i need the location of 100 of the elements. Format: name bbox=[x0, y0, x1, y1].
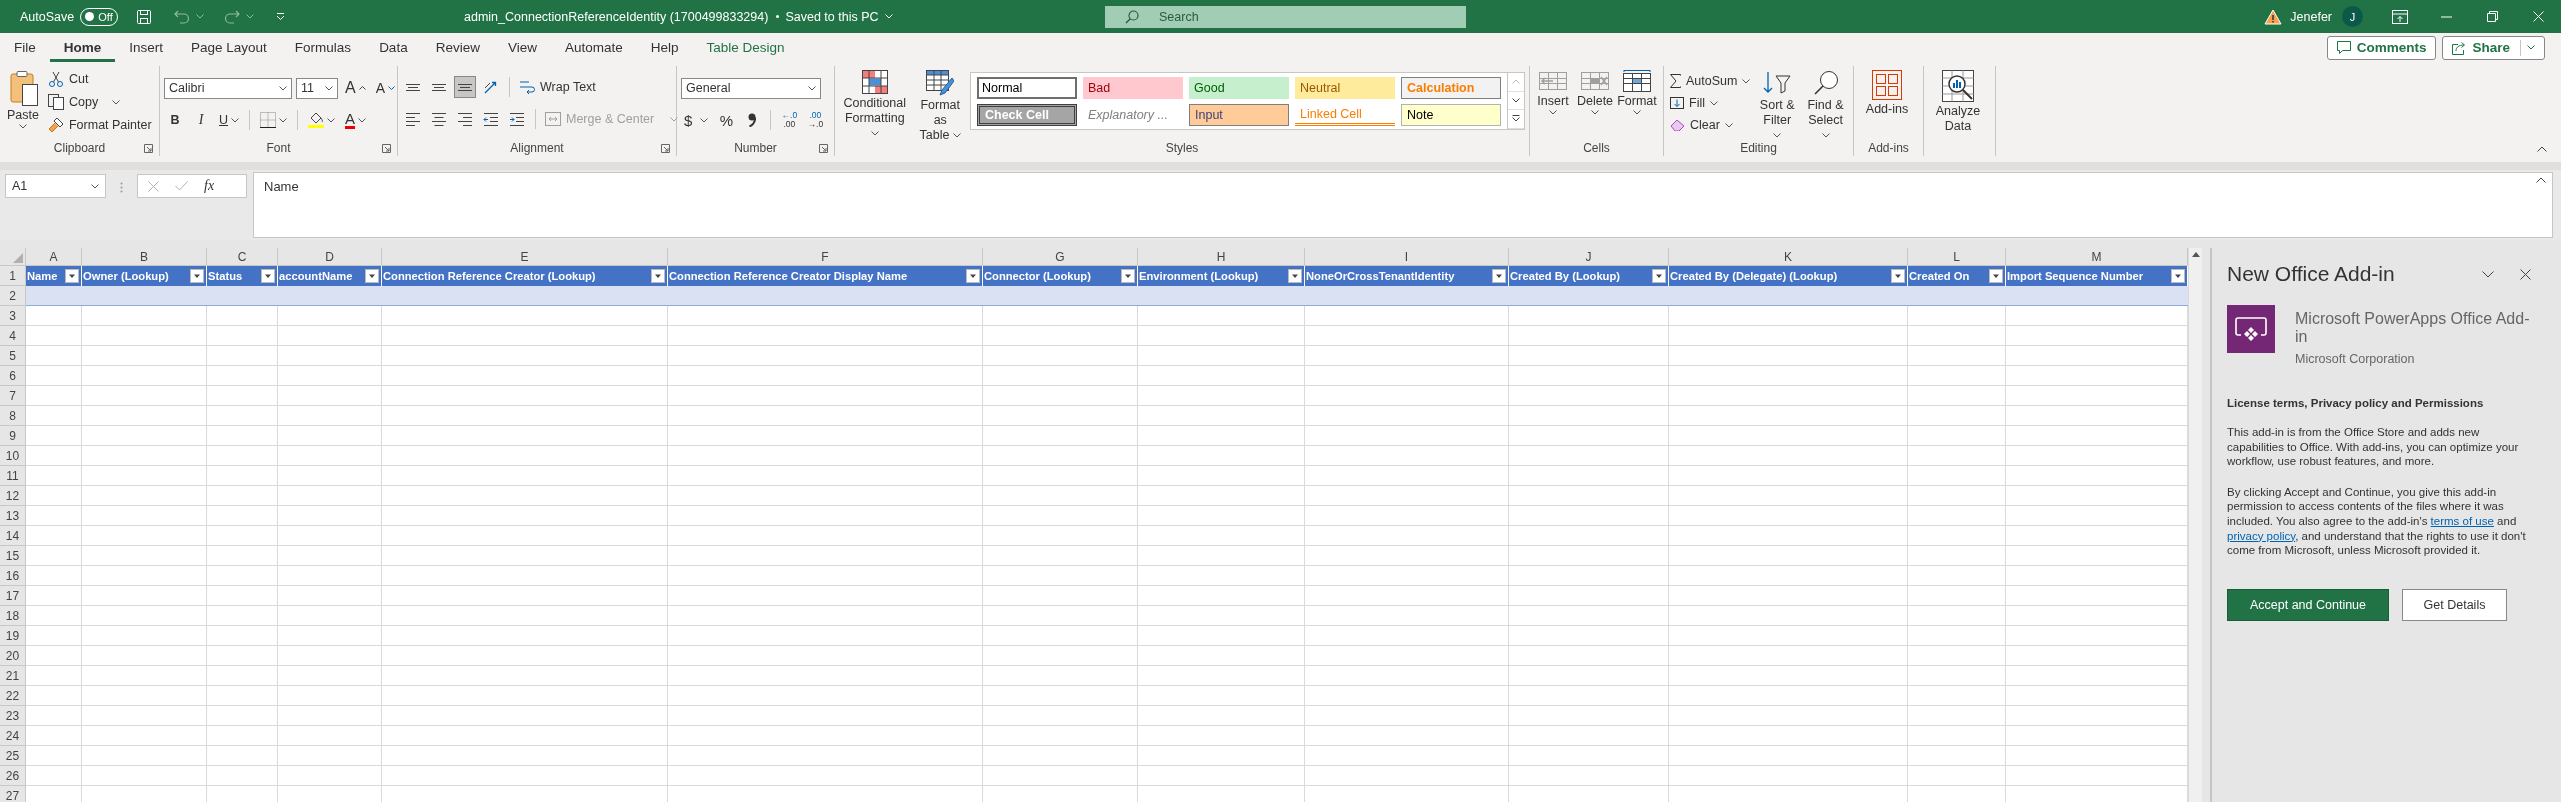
filter-dropdown-icon[interactable] bbox=[1989, 269, 2003, 283]
row-header[interactable]: 11 bbox=[0, 466, 26, 486]
underline-button[interactable]: U bbox=[216, 109, 243, 131]
row-header[interactable]: 4 bbox=[0, 326, 26, 346]
undo-icon[interactable] bbox=[174, 9, 191, 24]
sort-filter-button[interactable]: Sort & Filter bbox=[1756, 68, 1799, 140]
decimal-button[interactable]: ←.0 .00 bbox=[778, 109, 801, 131]
filter-dropdown-icon[interactable] bbox=[365, 269, 379, 283]
accept-button[interactable]: Accept and Continue bbox=[2227, 588, 2389, 621]
column-header[interactable]: H bbox=[1138, 248, 1305, 266]
row-header[interactable]: 10 bbox=[0, 446, 26, 466]
dialog-launcher-icon[interactable] bbox=[661, 143, 670, 153]
row-header[interactable]: 2 bbox=[0, 286, 26, 306]
row-header[interactable]: 13 bbox=[0, 506, 26, 526]
autosum-button[interactable]: AutoSum bbox=[1668, 70, 1753, 92]
conditional-formatting-button[interactable]: Conditional Formatting bbox=[839, 68, 911, 140]
wrap-text-button[interactable]: Wrap Text bbox=[517, 76, 598, 98]
filter-dropdown-icon[interactable] bbox=[1891, 269, 1905, 283]
column-header[interactable]: F bbox=[668, 248, 983, 266]
filter-dropdown-icon[interactable] bbox=[1121, 269, 1135, 283]
ribbon-tab[interactable]: Insert bbox=[115, 33, 178, 62]
dialog-launcher-icon[interactable] bbox=[819, 143, 828, 153]
column-header[interactable]: K bbox=[1669, 248, 1908, 266]
ribbon-tab[interactable]: Page Layout bbox=[177, 33, 281, 62]
close-icon[interactable] bbox=[2520, 268, 2531, 280]
insert-cells-button[interactable]: Insert bbox=[1534, 68, 1572, 140]
column-header[interactable]: E bbox=[382, 248, 668, 266]
row-header[interactable]: 9 bbox=[0, 426, 26, 446]
font-size-dropdown[interactable]: 11 bbox=[296, 77, 338, 99]
percent-button[interactable]: % bbox=[715, 109, 738, 131]
column-header[interactable]: L bbox=[1908, 248, 2006, 266]
cut-button[interactable]: Cut bbox=[45, 68, 154, 90]
row-header[interactable]: 7 bbox=[0, 386, 26, 406]
row-header[interactable]: 25 bbox=[0, 746, 26, 766]
filter-dropdown-icon[interactable] bbox=[1288, 269, 1302, 283]
cell-style[interactable]: Good bbox=[1189, 77, 1289, 99]
cell-style[interactable]: Neutral bbox=[1295, 77, 1395, 99]
details-button[interactable]: Get Details bbox=[2402, 588, 2507, 621]
bottom-align-button[interactable] bbox=[454, 76, 476, 98]
row-header[interactable]: 1 bbox=[0, 266, 26, 286]
row-header[interactable]: 23 bbox=[0, 706, 26, 726]
currency-button[interactable]: $ bbox=[681, 109, 712, 131]
find-select-button[interactable]: Find & Select bbox=[1802, 68, 1849, 140]
fill-button[interactable]: Fill bbox=[1668, 92, 1753, 114]
row-header[interactable]: 20 bbox=[0, 646, 26, 666]
row-header[interactable]: 21 bbox=[0, 666, 26, 686]
filter-dropdown-icon[interactable] bbox=[1652, 269, 1666, 283]
insert-function-button[interactable]: fx bbox=[204, 178, 215, 194]
column-header[interactable]: B bbox=[82, 248, 207, 266]
row-header[interactable]: 22 bbox=[0, 686, 26, 706]
add-ins-button[interactable]: Add-ins bbox=[1858, 68, 1916, 140]
row-header[interactable]: 17 bbox=[0, 586, 26, 606]
user-avatar[interactable]: J bbox=[2342, 6, 2363, 27]
text-link[interactable]: terms of use bbox=[2430, 514, 2494, 527]
filter-dropdown-icon[interactable] bbox=[1492, 269, 1506, 283]
row-header[interactable]: 16 bbox=[0, 566, 26, 586]
column-header[interactable]: C bbox=[207, 248, 278, 266]
ribbon-tab[interactable]: Data bbox=[365, 33, 422, 62]
ribbon-tab[interactable]: Help bbox=[636, 33, 693, 62]
row-header[interactable]: 8 bbox=[0, 406, 26, 426]
filter-dropdown-icon[interactable] bbox=[261, 269, 275, 283]
row-header[interactable]: 5 bbox=[0, 346, 26, 366]
filter-dropdown-icon[interactable] bbox=[2171, 269, 2185, 283]
analyze-data-button[interactable]: Analyze Data bbox=[1928, 68, 1988, 140]
vertical-scrollbar[interactable] bbox=[2188, 248, 2202, 802]
format-as-table-button[interactable]: Format as Table bbox=[914, 68, 966, 140]
bold-button[interactable]: B bbox=[164, 109, 186, 131]
font-name-dropdown[interactable]: Calibri bbox=[164, 77, 292, 99]
column-header[interactable]: D bbox=[278, 248, 382, 266]
cell-style[interactable]: Input bbox=[1189, 104, 1289, 126]
filter-dropdown-icon[interactable] bbox=[651, 269, 665, 283]
share-button[interactable]: Share bbox=[2442, 35, 2545, 60]
clear-button[interactable]: Clear bbox=[1668, 114, 1753, 136]
comments-button[interactable]: Comments bbox=[2326, 35, 2437, 60]
cell-style[interactable]: Bad bbox=[1083, 77, 1183, 99]
column-header[interactable]: A bbox=[26, 248, 82, 266]
scroll-up-icon[interactable] bbox=[2191, 252, 2200, 257]
column-header[interactable]: G bbox=[983, 248, 1138, 266]
column-header[interactable]: M bbox=[2006, 248, 2188, 266]
copy-button[interactable]: Copy bbox=[45, 91, 154, 113]
collapse-formula-icon[interactable] bbox=[2536, 177, 2546, 183]
shrink-font-button[interactable]: A bbox=[372, 77, 398, 99]
cell-style[interactable]: Note bbox=[1401, 104, 1501, 126]
save-status-dropdown[interactable]: Saved to this PC bbox=[776, 9, 893, 24]
column-header[interactable]: I bbox=[1305, 248, 1509, 266]
row-header[interactable]: 18 bbox=[0, 606, 26, 626]
save-icon[interactable] bbox=[136, 8, 153, 25]
number-format-dropdown[interactable]: General bbox=[681, 77, 821, 99]
row-header[interactable]: 19 bbox=[0, 626, 26, 646]
row-header[interactable]: 26 bbox=[0, 766, 26, 786]
ribbon-tab[interactable]: View bbox=[493, 33, 551, 62]
filter-dropdown-icon[interactable] bbox=[966, 269, 980, 283]
chevron-down-icon[interactable] bbox=[2482, 270, 2494, 278]
format-painter-button[interactable]: Format Painter bbox=[45, 114, 154, 136]
name-box[interactable]: A1 bbox=[5, 174, 106, 198]
row-header[interactable]: 24 bbox=[0, 726, 26, 746]
font-color-button[interactable]: A bbox=[342, 109, 370, 131]
ribbon-tab[interactable]: Formulas bbox=[280, 33, 366, 62]
row-header[interactable]: 15 bbox=[0, 546, 26, 566]
ribbon-tab[interactable]: Automate bbox=[550, 33, 637, 62]
